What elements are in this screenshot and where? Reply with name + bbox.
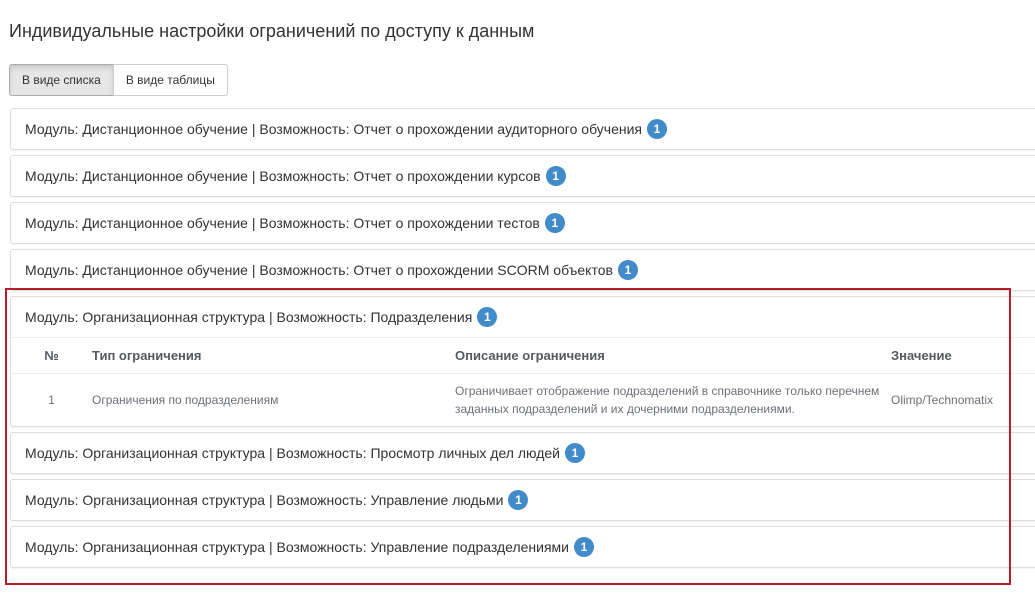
panel-heading-label: Модуль: Дистанционное обучение | Возможн… bbox=[25, 215, 540, 231]
panel-item: Модуль: Дистанционное обучение | Возможн… bbox=[10, 249, 1035, 291]
count-badge: 1 bbox=[545, 166, 566, 186]
column-header-type: Тип ограничения bbox=[92, 338, 455, 374]
count-badge: 1 bbox=[647, 119, 667, 139]
panel-item: Модуль: Дистанционное обучение | Возможн… bbox=[10, 202, 1035, 244]
panel-heading-label: Модуль: Дистанционное обучение | Возможн… bbox=[25, 262, 613, 278]
panel-heading-label: Модуль: Дистанционное обучение | Возможн… bbox=[25, 168, 541, 184]
table-row[interactable]: 1 Ограничения по подразделениям Ограничи… bbox=[11, 374, 1035, 427]
count-badge: 1 bbox=[617, 260, 638, 280]
panel-heading[interactable]: Модуль: Дистанционное обучение | Возможн… bbox=[11, 250, 1035, 290]
count-badge: 1 bbox=[564, 443, 585, 463]
panel-heading[interactable]: Модуль: Организационная структура | Возм… bbox=[11, 433, 1035, 473]
cell-description: Ограничивает отображение подразделений в… bbox=[455, 384, 880, 416]
panel-heading[interactable]: Модуль: Дистанционное обучение | Возможн… bbox=[11, 156, 1035, 196]
page-title: Индивидуальные настройки ограничений по … bbox=[9, 21, 535, 41]
count-badge: 1 bbox=[574, 537, 594, 557]
panel-item: Модуль: Организационная структура | Возм… bbox=[10, 432, 1035, 474]
panel-heading[interactable]: Модуль: Дистанционное обучение | Возможн… bbox=[11, 109, 1035, 149]
panel-heading-label: Модуль: Организационная структура | Возм… bbox=[25, 309, 473, 325]
panel-item: Модуль: Организационная структура | Возм… bbox=[10, 526, 1035, 568]
table-header-row: № Тип ограничения Описание ограничения З… bbox=[11, 338, 1035, 374]
restrictions-table: № Тип ограничения Описание ограничения З… bbox=[11, 338, 1035, 426]
panel-item-expanded: Модуль: Организационная структура | Возм… bbox=[10, 296, 1035, 427]
table-view-button[interactable]: В виде таблицы bbox=[112, 64, 228, 96]
panel-heading[interactable]: Модуль: Организационная структура | Возм… bbox=[11, 297, 1035, 337]
panel-heading-label: Модуль: Организационная структура | Возм… bbox=[25, 445, 560, 461]
restrictions-panels: Модуль: Дистанционное обучение | Возможн… bbox=[10, 108, 1035, 573]
view-toggle: В виде списка В виде таблицы bbox=[9, 64, 228, 96]
cell-type: Ограничения по подразделениям bbox=[92, 393, 279, 407]
column-header-num: № bbox=[11, 338, 92, 374]
panel-heading[interactable]: Модуль: Организационная структура | Возм… bbox=[11, 480, 1035, 520]
count-badge: 1 bbox=[477, 307, 498, 327]
panel-heading[interactable]: Модуль: Дистанционное обучение | Возможн… bbox=[11, 203, 1035, 243]
panel-item: Модуль: Дистанционное обучение | Возможн… bbox=[10, 108, 1035, 150]
cell-num: 1 bbox=[48, 393, 55, 407]
panel-heading[interactable]: Модуль: Организационная структура | Возм… bbox=[11, 527, 1035, 567]
panel-body: № Тип ограничения Описание ограничения З… bbox=[11, 337, 1035, 426]
list-view-button[interactable]: В виде списка bbox=[9, 64, 114, 96]
panel-heading-label: Модуль: Организационная структура | Возм… bbox=[25, 492, 504, 508]
cell-value: Olimp/Technomatix bbox=[891, 393, 994, 407]
panel-heading-label: Модуль: Организационная структура | Возм… bbox=[25, 539, 569, 555]
count-badge: 1 bbox=[544, 213, 565, 233]
count-badge: 1 bbox=[508, 490, 529, 510]
column-header-value: Значение bbox=[891, 338, 1035, 374]
panel-item: Модуль: Дистанционное обучение | Возможн… bbox=[10, 155, 1035, 197]
panel-heading-label: Модуль: Дистанционное обучение | Возможн… bbox=[25, 121, 642, 137]
panel-item: Модуль: Организационная структура | Возм… bbox=[10, 479, 1035, 521]
column-header-description: Описание ограничения bbox=[455, 338, 891, 374]
